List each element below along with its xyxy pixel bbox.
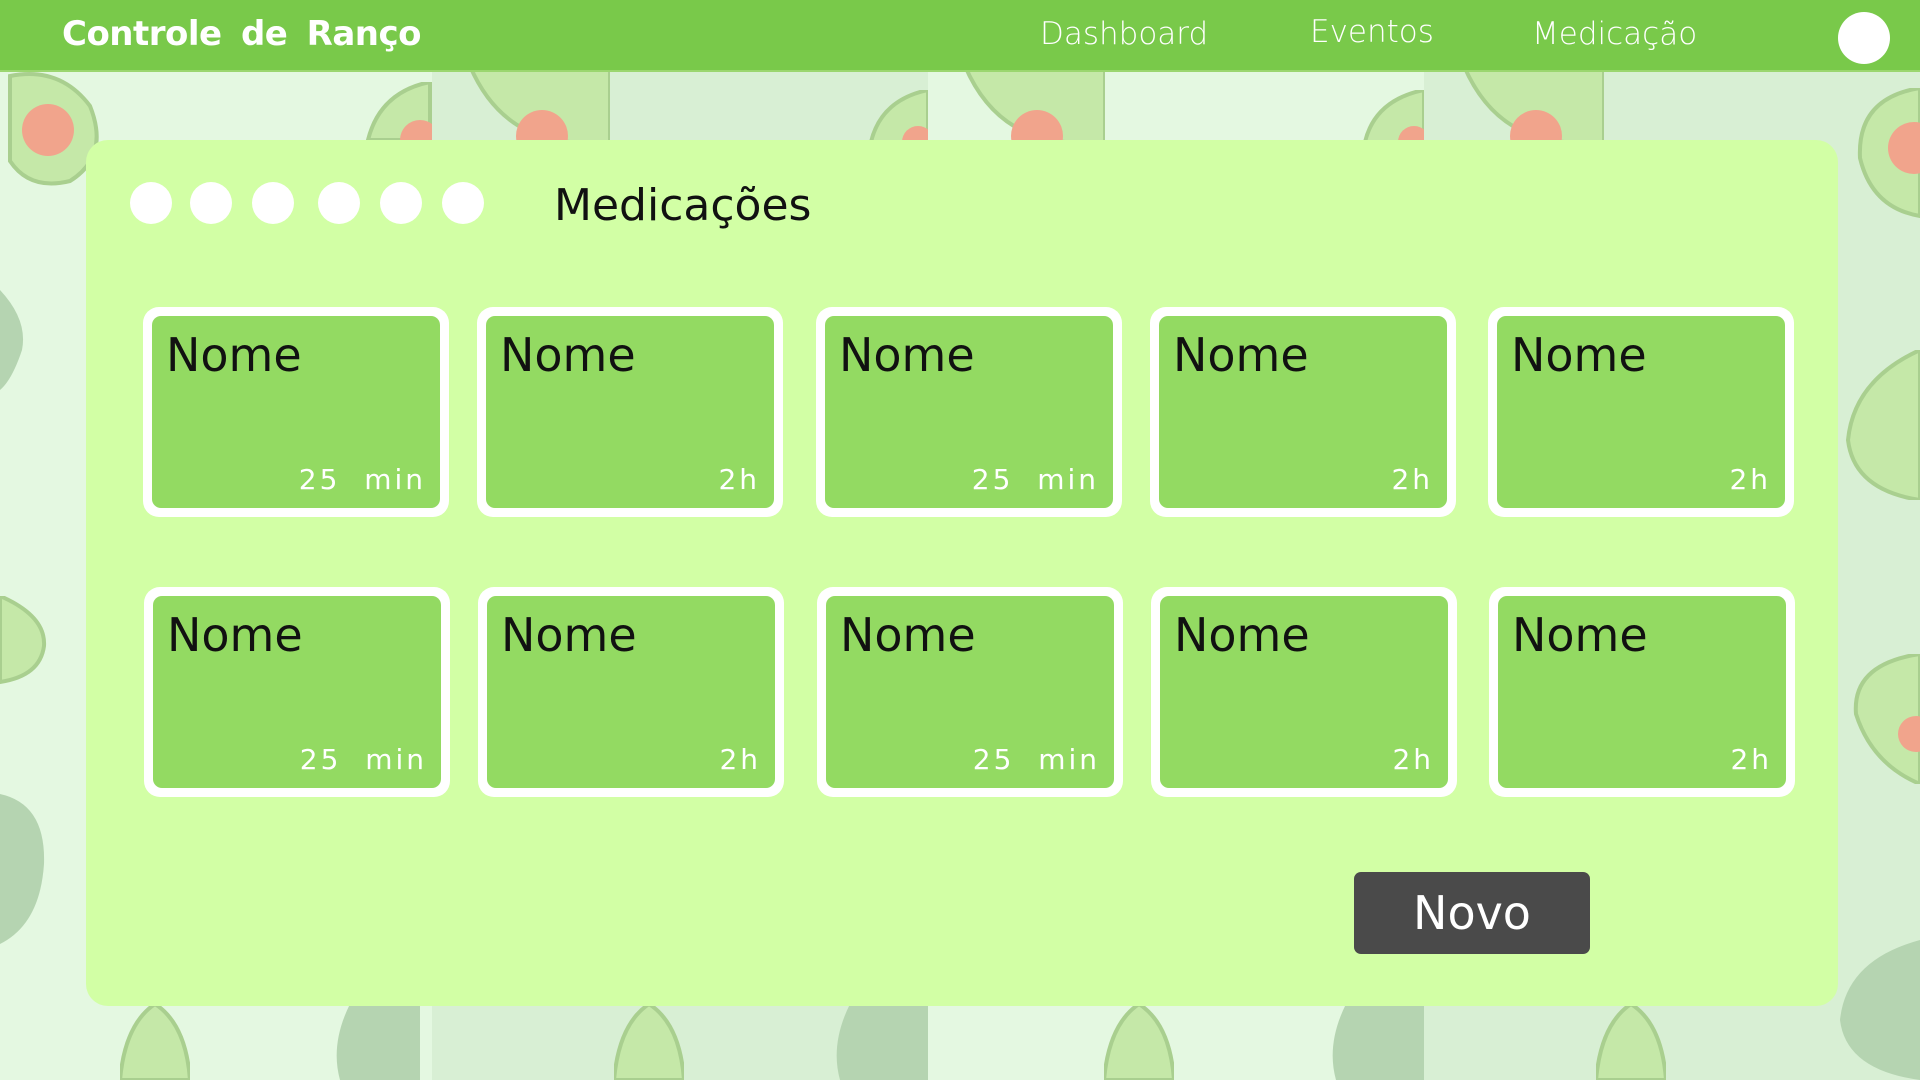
nav-eventos[interactable]: Eventos [1310,14,1434,50]
medication-duration: 2h [1391,463,1433,496]
medication-duration: 2h [719,743,761,776]
step-dot[interactable] [130,182,172,224]
top-navigation-bar: Controle de Ranço Dashboard Eventos Medi… [0,0,1920,72]
medications-panel: Medicações Nome 25 min Nome 2h Nome 25 m… [86,140,1838,1006]
medication-card[interactable]: Nome 2h [478,587,784,797]
medication-card[interactable]: Nome 25 min [816,307,1122,517]
medication-card[interactable]: Nome 25 min [144,587,450,797]
medication-card[interactable]: Nome 2h [1151,587,1457,797]
medication-card[interactable]: Nome 25 min [817,587,1123,797]
medication-duration: 25 min [972,743,1100,776]
medication-name: Nome [1512,608,1648,662]
app-title: Controle de Ranço [62,14,422,54]
medication-name: Nome [840,608,976,662]
medication-duration: 2h [1729,463,1771,496]
medication-name: Nome [1174,608,1310,662]
avatar[interactable] [1838,12,1890,64]
medication-name: Nome [501,608,637,662]
step-dot[interactable] [318,182,360,224]
medication-card[interactable]: Nome 2h [1489,587,1795,797]
medication-duration: 25 min [971,463,1099,496]
medication-duration: 25 min [299,743,427,776]
medication-name: Nome [1511,328,1647,382]
page-title: Medicações [554,180,812,231]
medication-card[interactable]: Nome 2h [1150,307,1456,517]
medication-name: Nome [1173,328,1309,382]
nav-dashboard[interactable]: Dashboard [1040,16,1208,52]
step-dot[interactable] [380,182,422,224]
medication-duration: 2h [1730,743,1772,776]
medication-duration: 2h [1392,743,1434,776]
new-medication-button[interactable]: Novo [1354,872,1590,954]
step-dot[interactable] [252,182,294,224]
medication-card[interactable]: Nome 2h [1488,307,1794,517]
step-dot[interactable] [442,182,484,224]
medication-card[interactable]: Nome 25 min [143,307,449,517]
medication-name: Nome [166,328,302,382]
medication-card[interactable]: Nome 2h [477,307,783,517]
medication-name: Nome [167,608,303,662]
medication-name: Nome [839,328,975,382]
step-dot[interactable] [190,182,232,224]
nav-medicacao[interactable]: Medicação [1532,16,1697,52]
medication-duration: 25 min [298,463,426,496]
medication-name: Nome [500,328,636,382]
medication-duration: 2h [718,463,760,496]
